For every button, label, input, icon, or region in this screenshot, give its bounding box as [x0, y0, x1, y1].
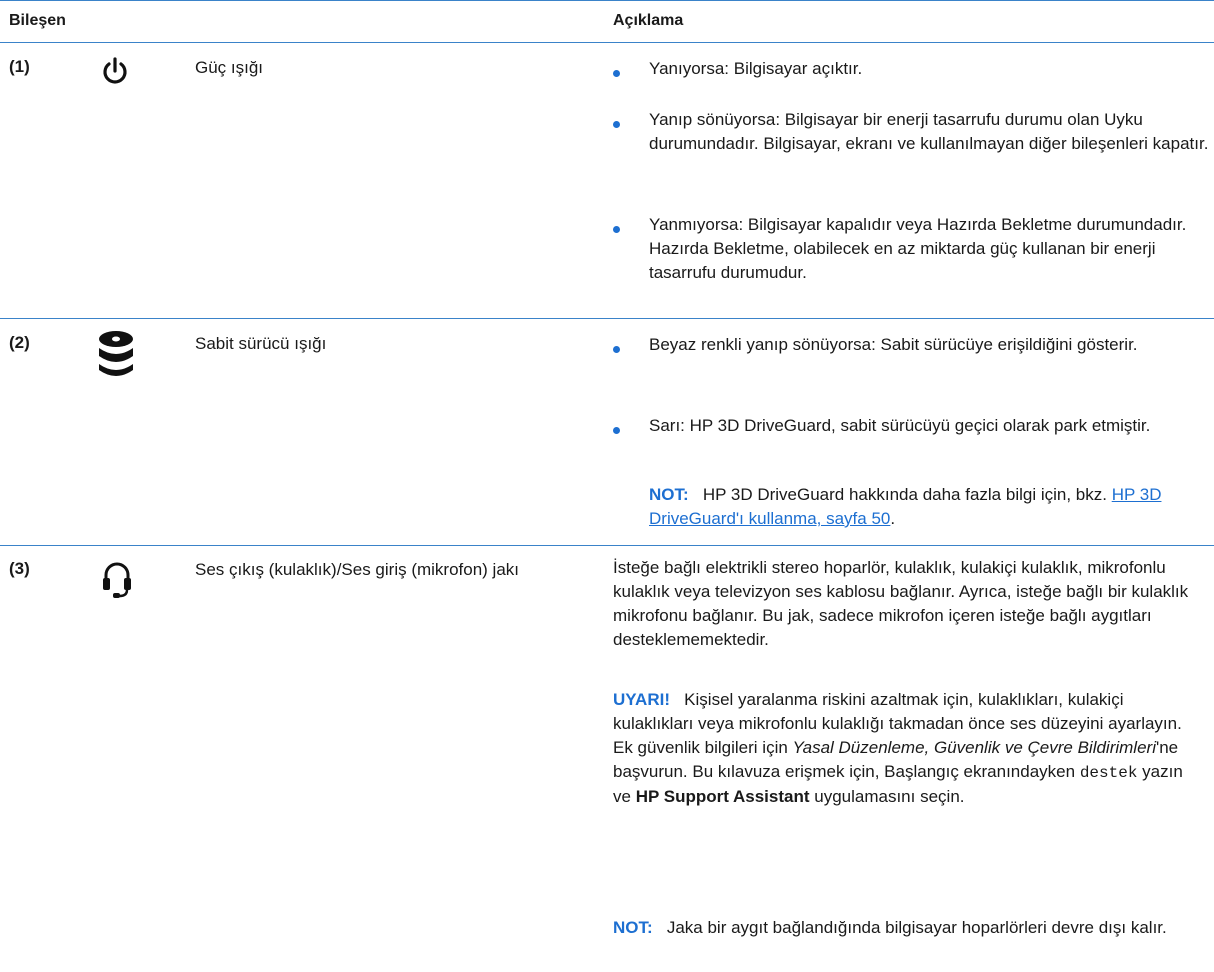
- description-paragraph: İsteğe bağlı elektrikli stereo hoparlör,…: [613, 558, 1189, 649]
- note-label: NOT:: [649, 485, 689, 504]
- component-name: Ses çıkış (kulaklık)/Ses giriş (mikrofon…: [195, 560, 520, 579]
- column-header-description: Açıklama: [613, 12, 684, 29]
- table-top-rule: [0, 0, 1214, 1]
- row-rule: [0, 318, 1214, 319]
- typed-command: destek: [1079, 764, 1138, 782]
- document-page: Bileşen Açıklama (1) Güç ışığı Yanıyorsa…: [0, 0, 1214, 972]
- column-header-component: Bileşen: [9, 12, 66, 29]
- app-name: HP Support Assistant: [635, 787, 810, 806]
- note-text: HP 3D DriveGuard hakkında daha fazla bil…: [702, 485, 1107, 504]
- note-paragraph: NOT: Jaka bir aygıt bağlandığında bilgis…: [613, 916, 1203, 940]
- bullet-dot: [613, 70, 620, 77]
- component-name: Güç ışığı: [195, 58, 264, 77]
- bullet-dot: [613, 346, 620, 353]
- bullet-text: Yanıp sönüyorsa: Bilgisayar bir enerji t…: [649, 110, 1209, 153]
- note-text: Jaka bir aygıt bağlandığında bilgisayar …: [666, 918, 1167, 937]
- warning-text: uygulamasını seçin.: [814, 787, 965, 806]
- row-rule: [0, 545, 1214, 546]
- headset-icon: [102, 560, 132, 605]
- row-number: (1): [9, 57, 30, 76]
- note-text-end: .: [890, 509, 896, 528]
- bullet-text: Sarı: HP 3D DriveGuard, sabit sürücüyü g…: [649, 416, 1151, 435]
- bullet-dot: [613, 427, 620, 434]
- row-number: (3): [9, 559, 30, 578]
- bullet-text: Yanmıyorsa: Bilgisayar kapalıdır veya Ha…: [649, 215, 1187, 282]
- power-icon: [100, 57, 130, 92]
- bullet-text: Yanıyorsa: Bilgisayar açıktır.: [649, 59, 863, 78]
- warning-paragraph: UYARI! Kişisel yaralanma riskini azaltma…: [613, 688, 1203, 809]
- bullet-dot: [613, 226, 620, 233]
- component-name: Sabit sürücü ışığı: [195, 334, 327, 353]
- hard-drive-icon: [96, 330, 136, 385]
- note-label: NOT:: [613, 918, 653, 937]
- row-number: (2): [9, 333, 30, 352]
- italic-title: Yasal Düzenleme, Güvenlik ve Çevre Bildi…: [792, 738, 1156, 757]
- header-rule: [0, 42, 1214, 43]
- bullet-dot: [613, 121, 620, 128]
- note-paragraph: NOT: HP 3D DriveGuard hakkında daha fazl…: [649, 483, 1209, 531]
- bullet-text: Beyaz renkli yanıp sönüyorsa: Sabit sürü…: [649, 335, 1138, 354]
- warning-label: UYARI!: [613, 690, 670, 709]
